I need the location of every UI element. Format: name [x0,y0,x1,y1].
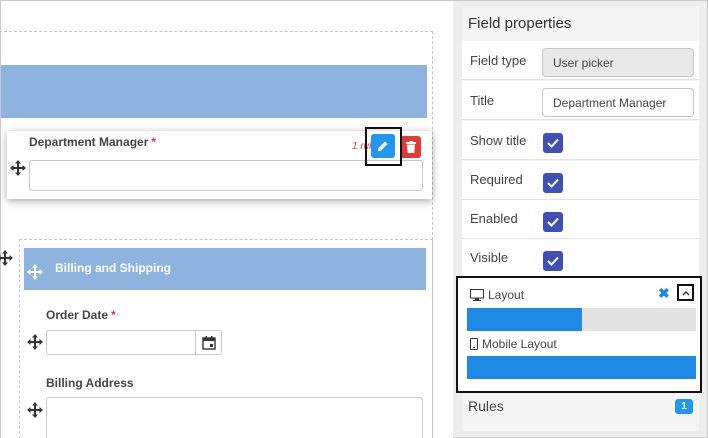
order-date-move-icon[interactable] [26,333,44,351]
delete-field-button[interactable] [400,136,421,158]
mobile-layout-label: Mobile Layout [482,337,557,351]
clear-layout-icon[interactable]: ✖ [658,285,670,302]
order-date-label: Order Date * [46,308,116,322]
order-date-input[interactable] [46,330,196,355]
field-type-input: User picker [542,48,694,77]
calendar-icon [201,335,216,350]
section-move-handle-icon[interactable] [0,249,14,267]
date-picker-button[interactable] [195,330,222,355]
edit-button-highlight [365,127,402,166]
rules-label: Rules [468,398,504,414]
mobile-layout-heading: Mobile Layout [470,337,557,351]
field-type-label: Field type [470,53,527,68]
department-manager-input[interactable] [29,160,423,191]
title-input[interactable]: Department Manager [542,88,694,117]
section-title: Billing and Shipping [55,261,171,275]
checkmark-icon [547,138,559,148]
required-label: Required [470,172,523,187]
mobile-layout-width-bar[interactable] [467,356,696,379]
move-handle-icon[interactable] [9,159,27,177]
collapse-button[interactable] [677,284,694,301]
mobile-icon [470,338,478,350]
layout-width-fill [467,308,582,331]
prop-row-visible: Visible [462,239,699,278]
panel-title: Field properties [468,15,572,32]
prop-row-required: Required [462,161,699,200]
form-canvas: Department Manager * 1 rule Billing and S… [0,1,453,438]
chevron-up-icon [682,290,689,295]
layout-settings-box: Layout ✖ Mobile Layout [456,276,702,393]
visible-label: Visible [470,250,509,265]
required-checkbox[interactable] [543,173,563,193]
visible-checkbox[interactable] [543,251,563,271]
prop-row-title: Title Department Manager [462,81,699,120]
mobile-layout-width-fill [467,356,696,379]
section-header-band [1,65,427,118]
checkmark-icon [547,178,559,188]
department-manager-label: Department Manager * [29,135,157,149]
trash-icon [405,141,416,153]
title-label: Title [470,93,495,108]
show-title-label: Show title [470,133,527,148]
section-header-move-icon[interactable] [26,263,44,281]
prop-row-field-type: Field type User picker [462,41,699,80]
prop-row-enabled: Enabled [462,200,699,239]
rules-row[interactable]: Rules 1 [462,395,699,425]
billing-address-move-icon[interactable] [26,401,44,419]
enabled-label: Enabled [470,211,518,226]
layout-width-bar[interactable] [467,308,696,331]
layout-heading: Layout [470,288,524,302]
enabled-checkbox[interactable] [543,212,563,232]
checkmark-icon [547,256,559,266]
layout-label: Layout [488,288,525,302]
billing-address-label: Billing Address [46,376,134,390]
rules-count-badge: 1 [675,399,693,414]
show-title-checkbox[interactable] [543,133,563,153]
prop-row-show-title: Show title [462,121,699,160]
checkmark-icon [547,217,559,227]
billing-address-textarea[interactable] [46,397,423,438]
desktop-icon [470,289,484,301]
